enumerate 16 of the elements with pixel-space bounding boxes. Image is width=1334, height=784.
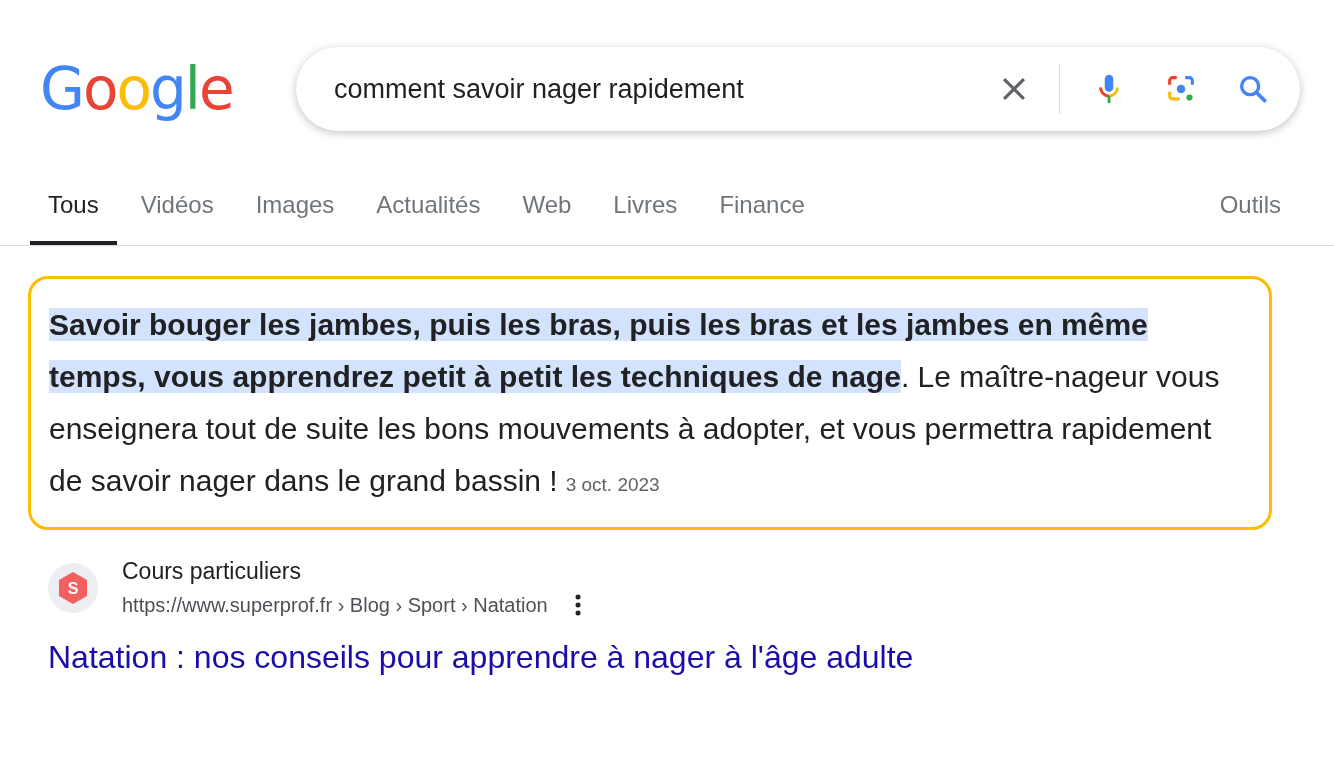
tab[interactable]: Actualités xyxy=(358,177,499,245)
logo[interactable]: Google xyxy=(40,55,296,123)
tab[interactable]: Vidéos xyxy=(122,177,232,245)
tab[interactable]: Web xyxy=(504,177,590,245)
url-breadcrumb: https://www.superprof.fr › Blog › Sport › Natation xyxy=(122,593,548,617)
more-icon[interactable] xyxy=(573,593,582,617)
site-name: Cours particuliers xyxy=(122,558,302,585)
snippet-text: Savoir bouger les jambes, puis les bras, puis les bras et les jambes en même temps, vous apprendrez petit à petit les techniques de nage. Le maître-nageur vous enseignera tout de suite les bons mouvements à adopter, et vous permettra rapidement de savoir nager dans le grand bassin ! 3 oct. 2023 xyxy=(49,307,1221,499)
tools-button[interactable]: Outils xyxy=(1219,177,1281,245)
tab[interactable]: Tous xyxy=(30,177,117,245)
hexagon-logo: S xyxy=(56,570,90,605)
tab[interactable]: Images xyxy=(237,177,353,245)
tab[interactable]: Finance xyxy=(701,177,823,245)
result-link[interactable]: Natation : nos conseils pour apprendre à nager à l'âge adulte xyxy=(48,639,914,676)
tab[interactable]: Livres xyxy=(595,177,696,245)
search-field[interactable]: comment savoir nager rapidement xyxy=(296,47,1300,131)
